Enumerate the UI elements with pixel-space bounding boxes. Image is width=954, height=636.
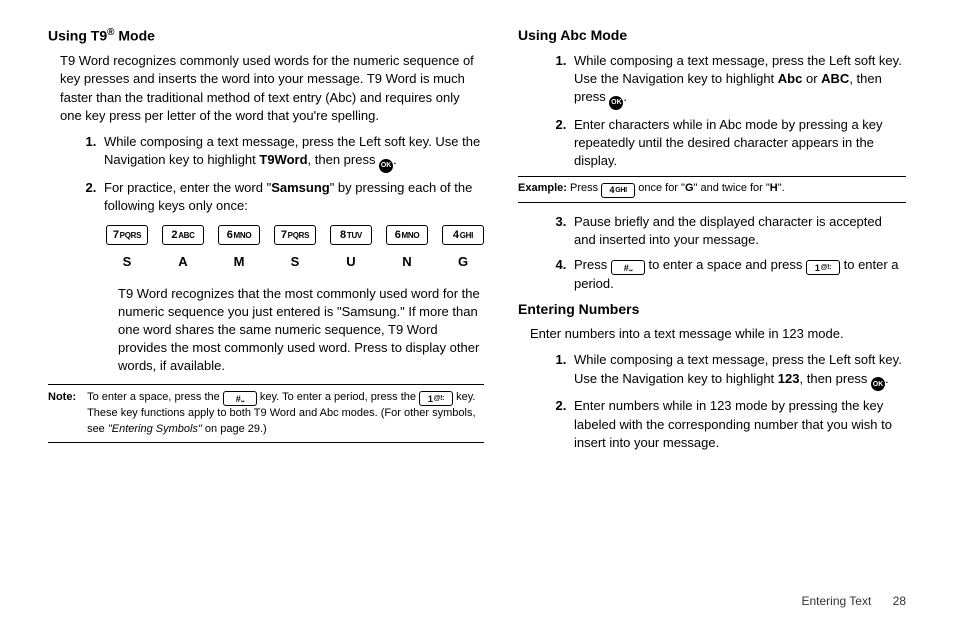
heading-text: Mode (115, 28, 155, 44)
t9-intro-paragraph: T9 Word recognizes commonly used words f… (60, 52, 484, 125)
heading-t9-mode: Using T9® Mode (48, 26, 484, 46)
phone-key-icon: 4GHI (442, 225, 484, 245)
list-item: Press #⎵ to enter a space and press 1@!:… (570, 256, 906, 294)
key-sequence-grid: 7PQRS2ABC6MNO7PQRS8TUV6MNO4GHI SAMSUNG (106, 225, 484, 271)
bold-term: ABC (821, 71, 849, 86)
list-item: While composing a text message, press th… (100, 133, 484, 173)
heading-entering-numbers: Entering Numbers (518, 300, 906, 320)
phone-key-icon: 8TUV (330, 225, 372, 245)
list-item: For practice, enter the word "Samsung" b… (100, 179, 484, 215)
t9-explain-paragraph: T9 Word recognizes that the most commonl… (118, 285, 484, 376)
numbers-intro-paragraph: Enter numbers into a text message while … (530, 325, 906, 343)
left-column: Using T9® Mode T9 Word recognizes common… (48, 24, 484, 584)
letter-label: A (162, 253, 204, 271)
list-item: Pause briefly and the displayed characte… (570, 213, 906, 249)
bold-term: T9Word (259, 152, 307, 167)
key-row: 7PQRS 2ABC 6MNO 7PQRS 8TUV 6MNO 4GHI (106, 225, 484, 245)
one-key-icon: 1@!: (806, 260, 840, 275)
note-label: Note: (48, 390, 84, 405)
registered-icon: ® (107, 27, 114, 38)
note-content: To enter a space, press the #⎵ key. To e… (87, 390, 481, 438)
letter-label: U (330, 253, 372, 271)
hash-key-icon: #⎵ (611, 260, 645, 275)
ok-icon: OK (609, 96, 623, 110)
phone-key-icon: 6MNO (386, 225, 428, 245)
letter-label: G (442, 253, 484, 271)
footer-page-number: 28 (893, 594, 906, 608)
italic-ref: "Entering Symbols" (108, 423, 202, 435)
letter-row: SAMSUNG (106, 253, 484, 271)
letter-label: S (106, 253, 148, 271)
page-body: Using T9® Mode T9 Word recognizes common… (0, 0, 954, 594)
heading-abc-mode: Using Abc Mode (518, 26, 906, 46)
heading-text: Using T9 (48, 28, 107, 44)
phone-key-icon: 6MNO (218, 225, 260, 245)
phone-key-icon: 7PQRS (106, 225, 148, 245)
note-box: Note: To enter a space, press the #⎵ key… (48, 384, 484, 444)
abc-steps-list-cont: Pause briefly and the displayed characte… (570, 213, 906, 293)
four-key-icon: 4GHI (601, 183, 635, 198)
abc-steps-list: While composing a text message, press th… (570, 52, 906, 171)
letter-label: S (274, 253, 316, 271)
bold-term: Samsung (271, 180, 330, 195)
hash-key-icon: #⎵ (223, 391, 257, 406)
ok-icon: OK (379, 159, 393, 173)
right-column: Using Abc Mode While composing a text me… (518, 24, 906, 584)
example-box: Example: Press 4GHI once for "G" and twi… (518, 176, 906, 203)
t9-steps-list: While composing a text message, press th… (100, 133, 484, 215)
list-item: While composing a text message, press th… (570, 351, 906, 391)
page-footer: Entering Text 28 (0, 594, 954, 608)
bold-term: Abc (778, 71, 803, 86)
numbers-steps-list: While composing a text message, press th… (570, 351, 906, 452)
bold-term: 123 (778, 371, 800, 386)
one-key-icon: 1@!: (419, 391, 453, 406)
list-item: Enter numbers while in 123 mode by press… (570, 397, 906, 452)
example-label: Example: (518, 182, 567, 194)
list-item: While composing a text message, press th… (570, 52, 906, 110)
phone-key-icon: 2ABC (162, 225, 204, 245)
letter-label: N (386, 253, 428, 271)
ok-icon: OK (871, 377, 885, 391)
list-item: Enter characters while in Abc mode by pr… (570, 116, 906, 171)
phone-key-icon: 7PQRS (274, 225, 316, 245)
letter-label: M (218, 253, 260, 271)
footer-section: Entering Text (801, 594, 871, 608)
